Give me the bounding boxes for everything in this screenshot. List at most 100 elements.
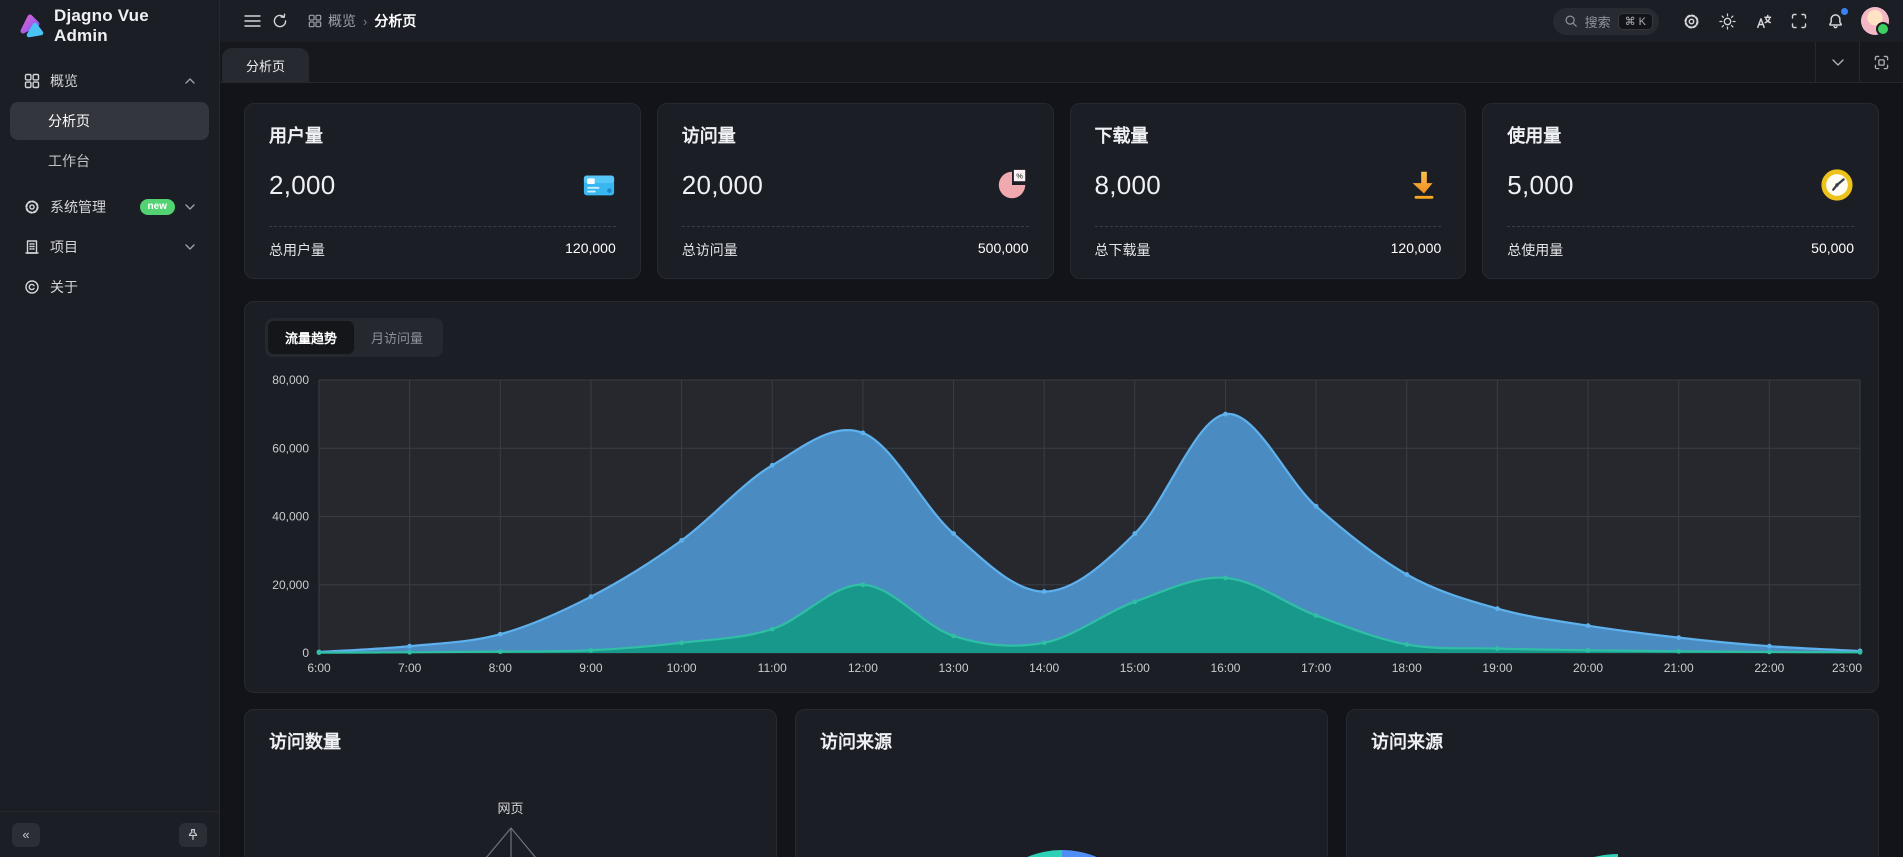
refresh-icon[interactable] bbox=[266, 7, 294, 35]
svg-text:16:00: 16:00 bbox=[1210, 661, 1240, 675]
chevron-down-icon bbox=[185, 244, 195, 250]
svg-text:18:00: 18:00 bbox=[1392, 661, 1422, 675]
breadcrumb-root-label: 概览 bbox=[328, 11, 356, 31]
sidebar: Djagno Vue Admin 概览 分析页 工作台 bbox=[0, 0, 220, 857]
stat-footer-value: 500,000 bbox=[978, 240, 1029, 260]
theme-sun-icon[interactable] bbox=[1713, 7, 1741, 35]
svg-text:7:00: 7:00 bbox=[398, 661, 422, 675]
sidebar-footer: « bbox=[0, 811, 219, 857]
bell-icon[interactable] bbox=[1821, 7, 1849, 35]
stat-footer-value: 50,000 bbox=[1811, 240, 1854, 260]
svg-text:0: 0 bbox=[302, 646, 309, 660]
sidebar-menu: 概览 分析页 工作台 系统管理 new bbox=[0, 52, 219, 811]
trend-tabs: 流量趋势 月访问量 bbox=[265, 318, 443, 357]
radar-chart[interactable] bbox=[411, 818, 611, 857]
stat-value: 8,000 bbox=[1095, 170, 1162, 201]
gear-icon bbox=[24, 199, 40, 215]
sidebar-item-about[interactable]: 关于 bbox=[10, 268, 209, 306]
stat-card-downloads: 下载量 8,000 总下载量 120,000 bbox=[1070, 103, 1467, 279]
hamburger-menu-icon[interactable] bbox=[238, 7, 266, 35]
svg-text:20,000: 20,000 bbox=[272, 578, 309, 592]
chevron-up-icon bbox=[185, 78, 195, 84]
new-badge: new bbox=[140, 199, 175, 215]
svg-text:8:00: 8:00 bbox=[489, 661, 513, 675]
sidebar-item-label: 关于 bbox=[50, 277, 195, 297]
sidebar-item-project[interactable]: 项目 bbox=[10, 228, 209, 266]
svg-text:60,000: 60,000 bbox=[272, 441, 309, 455]
svg-text:%: % bbox=[1016, 171, 1023, 180]
avatar[interactable] bbox=[1861, 7, 1889, 35]
stat-title: 使用量 bbox=[1507, 122, 1854, 148]
sidebar-item-system[interactable]: 系统管理 new bbox=[10, 188, 209, 226]
search-shortcut: ⌘ K bbox=[1618, 13, 1653, 30]
stat-footer-label: 总使用量 bbox=[1507, 240, 1563, 260]
svg-text:15:00: 15:00 bbox=[1120, 661, 1150, 675]
traffic-trend-chart[interactable]: 0 20,000 40,000 60,000 80,000 6:00 7:00 8:00 9:0… bbox=[265, 360, 1860, 678]
svg-text:23:00: 23:00 bbox=[1832, 661, 1862, 675]
stat-value: 2,000 bbox=[269, 170, 336, 201]
download-icon bbox=[1407, 168, 1441, 202]
stat-value: 5,000 bbox=[1507, 170, 1574, 201]
breadcrumb-current: 分析页 bbox=[374, 11, 416, 31]
pie-chart[interactable] bbox=[962, 840, 1162, 857]
sidebar-item-label: 系统管理 bbox=[50, 197, 130, 217]
traffic-trend-card: 流量趋势 月访问量 0 20,000 40,000 60,000 80,000 6:00 7… bbox=[244, 301, 1879, 693]
svg-text:10:00: 10:00 bbox=[667, 661, 697, 675]
sidebar-item-overview[interactable]: 概览 bbox=[10, 62, 209, 100]
pie-chart-icon: % bbox=[995, 168, 1029, 202]
breadcrumb-separator: › bbox=[363, 14, 367, 29]
gear-icon[interactable] bbox=[1677, 7, 1705, 35]
stat-title: 下载量 bbox=[1095, 122, 1442, 148]
svg-text:14:00: 14:00 bbox=[1029, 661, 1059, 675]
svg-text:9:00: 9:00 bbox=[579, 661, 603, 675]
visit-count-card: 访问数量 网页 bbox=[244, 709, 777, 857]
stat-card-users: 用户量 2,000 总用户量 120,000 bbox=[244, 103, 641, 279]
tab-options-chevron-icon[interactable] bbox=[1815, 42, 1859, 82]
stat-title: 用户量 bbox=[269, 122, 616, 148]
notification-dot bbox=[1841, 8, 1848, 15]
id-card-icon bbox=[582, 168, 616, 202]
collapse-sidebar-button[interactable]: « bbox=[12, 823, 40, 847]
pie-chart-callout[interactable] bbox=[1347, 808, 1879, 857]
maximize-view-icon[interactable] bbox=[1859, 42, 1903, 82]
app-logo-row: Djagno Vue Admin bbox=[0, 0, 219, 52]
card-title: 访问来源 bbox=[1371, 728, 1854, 754]
stat-footer-label: 总用户量 bbox=[269, 240, 325, 260]
stat-title: 访问量 bbox=[682, 122, 1029, 148]
stat-card-usage: 使用量 5,000 总使用量 50,000 bbox=[1482, 103, 1879, 279]
pin-icon[interactable] bbox=[179, 823, 207, 847]
sidebar-item-workbench[interactable]: 工作台 bbox=[10, 142, 209, 180]
svg-text:80,000: 80,000 bbox=[272, 373, 309, 387]
svg-text:19:00: 19:00 bbox=[1482, 661, 1512, 675]
card-title: 访问数量 bbox=[269, 728, 752, 754]
sidebar-item-label: 项目 bbox=[50, 237, 175, 257]
svg-text:17:00: 17:00 bbox=[1301, 661, 1331, 675]
svg-text:21:00: 21:00 bbox=[1664, 661, 1694, 675]
svg-text:13:00: 13:00 bbox=[939, 661, 969, 675]
tab-analysis[interactable]: 分析页 bbox=[222, 48, 309, 82]
sidebar-item-label: 工作台 bbox=[48, 151, 195, 171]
breadcrumb-root[interactable]: 概览 bbox=[308, 11, 356, 31]
search-input[interactable]: 搜索 ⌘ K bbox=[1553, 8, 1659, 35]
chevron-down-icon bbox=[185, 204, 195, 210]
bottom-cards-row: 访问数量 网页 访问来源 访问来源 技术支持 bbox=[244, 709, 1879, 857]
svg-text:6:00: 6:00 bbox=[307, 661, 331, 675]
stat-card-visits: 访问量 20,000 % 总访问量 500,000 bbox=[657, 103, 1054, 279]
tab-traffic-trend[interactable]: 流量趋势 bbox=[268, 321, 354, 354]
stat-footer-value: 120,000 bbox=[1391, 240, 1442, 260]
translate-icon[interactable] bbox=[1749, 7, 1777, 35]
tab-monthly-visits[interactable]: 月访问量 bbox=[354, 321, 440, 354]
fullscreen-icon[interactable] bbox=[1785, 7, 1813, 35]
building-icon bbox=[24, 239, 40, 255]
sidebar-item-analysis[interactable]: 分析页 bbox=[10, 102, 209, 140]
top-bar: 概览 › 分析页 搜索 ⌘ K bbox=[220, 0, 1903, 42]
svg-text:40,000: 40,000 bbox=[272, 510, 309, 524]
copyright-icon bbox=[24, 279, 40, 295]
search-placeholder: 搜索 bbox=[1585, 12, 1611, 31]
stat-footer-label: 总访问量 bbox=[682, 240, 738, 260]
svg-text:12:00: 12:00 bbox=[848, 661, 878, 675]
stat-footer-label: 总下载量 bbox=[1095, 240, 1151, 260]
main-content: 用户量 2,000 总用户量 120,000 bbox=[220, 83, 1903, 857]
visit-source-callout-card: 访问来源 技术支持 bbox=[1346, 709, 1879, 857]
visit-source-pie-card: 访问来源 bbox=[795, 709, 1328, 857]
